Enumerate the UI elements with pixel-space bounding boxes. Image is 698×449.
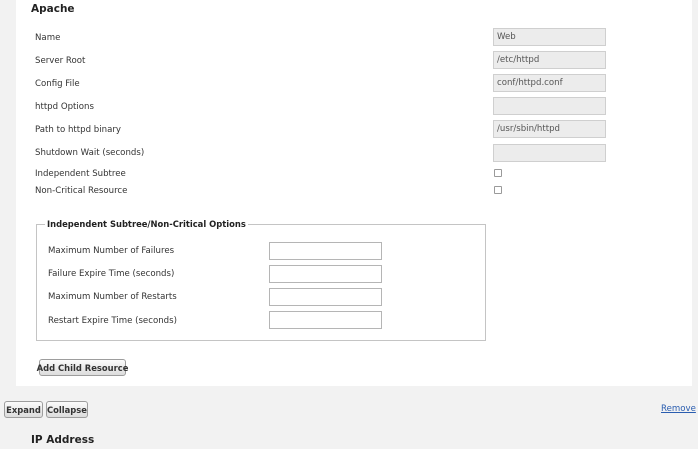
non-critical-resource-checkbox[interactable] xyxy=(494,186,502,194)
restart-expire-time-label: Restart Expire Time (seconds) xyxy=(48,316,177,326)
independent-subtree-label: Independent Subtree xyxy=(35,169,126,179)
options-fieldset-legend: Independent Subtree/Non-Critical Options xyxy=(45,219,248,229)
ip-address-section-title: IP Address xyxy=(31,434,95,446)
shutdown-wait-field[interactable] xyxy=(493,144,606,162)
name-label: Name xyxy=(35,33,61,43)
failure-expire-time-label: Failure Expire Time (seconds) xyxy=(48,269,175,279)
restart-expire-time-input[interactable] xyxy=(269,311,382,329)
expand-button[interactable]: Expand xyxy=(4,401,43,418)
server-root-field[interactable]: /etc/httpd xyxy=(493,51,606,69)
server-root-label: Server Root xyxy=(35,56,86,66)
config-file-label: Config File xyxy=(35,79,80,89)
httpd-options-field[interactable] xyxy=(493,97,606,115)
shutdown-wait-label: Shutdown Wait (seconds) xyxy=(35,148,145,158)
max-failures-input[interactable] xyxy=(269,242,382,260)
max-failures-label: Maximum Number of Failures xyxy=(48,246,175,256)
non-critical-resource-label: Non-Critical Resource xyxy=(35,186,128,196)
remove-link[interactable]: Remove xyxy=(661,404,696,414)
apache-section-title: Apache xyxy=(31,3,75,15)
add-child-resource-button[interactable]: Add Child Resource xyxy=(37,359,128,376)
max-restarts-input[interactable] xyxy=(269,288,382,306)
httpd-options-label: httpd Options xyxy=(35,102,94,112)
max-restarts-label: Maximum Number of Restarts xyxy=(48,292,177,302)
collapse-button[interactable]: Collapse xyxy=(46,401,88,418)
config-file-field[interactable]: conf/httpd.conf xyxy=(493,74,606,92)
failure-expire-time-input[interactable] xyxy=(269,265,382,283)
independent-subtree-checkbox[interactable] xyxy=(494,169,502,177)
name-field[interactable]: Web xyxy=(493,28,606,46)
httpd-binary-path-field[interactable]: /usr/sbin/httpd xyxy=(493,120,606,138)
httpd-binary-path-label: Path to httpd binary xyxy=(35,125,121,135)
